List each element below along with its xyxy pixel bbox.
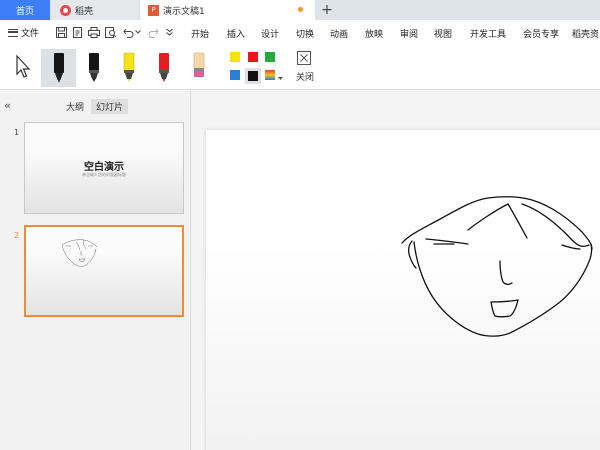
menu-insert[interactable]: 插入 — [227, 27, 245, 40]
arrow-pointer-icon[interactable] — [12, 50, 34, 84]
tab-document[interactable]: P 演示文稿1 — [140, 0, 315, 20]
tab-document-label: 演示文稿1 — [163, 6, 205, 17]
ballpoint-pen-icon[interactable] — [48, 50, 70, 84]
menu-bar: 文件 开始 插入 设计 切换 动画 放映 审阅 视图 开发工具 会员专享 稻壳资 — [0, 20, 600, 46]
menu-transitions[interactable]: 切换 — [296, 27, 314, 40]
highlighter-icon[interactable] — [118, 50, 140, 84]
color-swatch-black[interactable] — [248, 71, 258, 81]
slide-thumbnail-subtitle: 单击输入您的封面副标题 — [82, 172, 126, 177]
menu-start[interactable]: 开始 — [191, 27, 209, 40]
daoke-logo-icon — [60, 4, 71, 16]
print-icon[interactable] — [87, 25, 101, 39]
redo-icon[interactable] — [146, 25, 160, 39]
slide-panel: « 大纲 幻灯片 1 空白演示 单击输入您的封面副标题 2 — [0, 91, 191, 450]
face-sketch-thumbnail — [61, 239, 98, 267]
slide-number: 2 — [14, 231, 20, 240]
more-colors-dropdown-icon[interactable] — [278, 73, 283, 83]
menu-animations[interactable]: 动画 — [330, 27, 348, 40]
color-swatch-yellow[interactable] — [230, 52, 240, 62]
menu-developer[interactable]: 开发工具 — [470, 27, 506, 40]
menu-member[interactable]: 会员专享 — [523, 27, 559, 40]
menu-slideshow[interactable]: 放映 — [365, 27, 383, 40]
tab-outline[interactable]: 大纲 — [61, 99, 89, 114]
menu-review[interactable]: 审阅 — [400, 27, 418, 40]
eraser-icon[interactable] — [188, 50, 210, 84]
color-swatch-blue[interactable] — [230, 70, 240, 80]
tab-bar: 首页 稻壳 P 演示文稿1 + — [0, 0, 600, 20]
print-preview-icon[interactable] — [104, 25, 118, 39]
face-sketch-drawing — [401, 196, 593, 337]
slide-thumbnail-title: 空白演示 — [84, 162, 124, 173]
hamburger-icon — [8, 28, 18, 37]
color-swatch-green[interactable] — [265, 52, 275, 62]
new-tab-button[interactable]: + — [318, 0, 336, 20]
undo-dropdown-icon[interactable] — [134, 25, 142, 39]
file-menu-label: 文件 — [21, 29, 40, 39]
slide-editor — [192, 91, 600, 450]
file-menu-button[interactable]: 文件 — [8, 26, 39, 39]
marker-icon[interactable] — [153, 50, 175, 84]
color-swatch-red[interactable] — [248, 52, 258, 62]
close-ink-tools-label[interactable]: 关闭 — [296, 70, 314, 83]
menu-view[interactable]: 视图 — [434, 27, 452, 40]
export-pdf-icon[interactable] — [70, 25, 84, 39]
tab-home[interactable]: 首页 — [0, 0, 50, 20]
slide-number: 1 — [14, 128, 20, 137]
ink-toolbar: 关闭 — [0, 46, 600, 90]
tab-daoke-label: 稻壳 — [75, 6, 94, 17]
tab-daoke[interactable]: 稻壳 — [52, 0, 137, 20]
menu-daoke-resources[interactable]: 稻壳资 — [572, 27, 599, 40]
tab-home-label: 首页 — [15, 6, 34, 17]
quick-access-more-icon[interactable] — [164, 25, 174, 39]
presentation-file-icon: P — [148, 4, 159, 16]
save-icon[interactable] — [54, 25, 68, 39]
slide-canvas[interactable] — [206, 130, 600, 450]
tab-slides[interactable]: 幻灯片 — [91, 99, 129, 114]
watercolor-pen-icon[interactable] — [83, 50, 105, 84]
more-colors-icon[interactable] — [265, 70, 275, 80]
slide-thumbnail-1[interactable]: 空白演示 单击输入您的封面副标题 — [24, 122, 184, 214]
slide-thumbnail-2[interactable] — [24, 225, 184, 317]
collapse-panel-icon[interactable]: « — [4, 99, 11, 112]
close-ink-tools-icon[interactable] — [297, 51, 311, 65]
menu-design[interactable]: 设计 — [261, 27, 279, 40]
unsaved-dot-icon — [298, 7, 303, 12]
